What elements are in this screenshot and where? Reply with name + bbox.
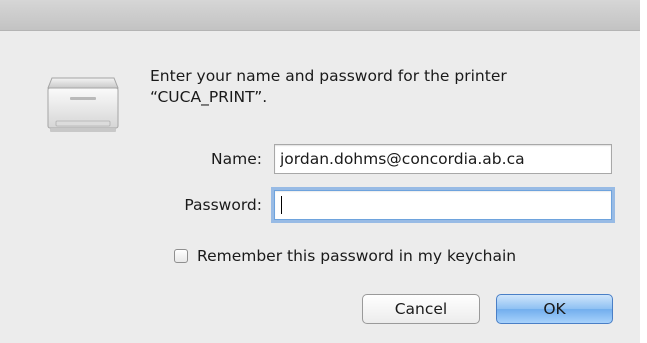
window-titlebar [0,0,640,31]
name-field[interactable] [274,144,612,174]
password-dialog: Enter your name and password for the pri… [0,0,640,343]
remember-checkbox[interactable] [174,249,188,263]
dialog-message: Enter your name and password for the pri… [150,67,507,106]
remember-checkbox-label[interactable]: Remember this password in my keychain [197,247,516,265]
text-caret [281,196,282,214]
password-field[interactable] [274,190,612,220]
password-label: Password: [184,196,262,214]
remember-keychain-option[interactable]: Remember this password in my keychain [174,245,516,267]
ok-button[interactable]: OK [496,294,613,324]
cancel-button[interactable]: Cancel [362,294,480,324]
name-label: Name: [211,150,262,168]
printer-icon [44,66,122,140]
